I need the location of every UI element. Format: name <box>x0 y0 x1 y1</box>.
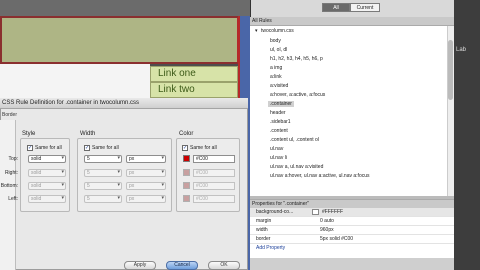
content-area <box>0 64 150 98</box>
unit-bottom-select[interactable]: px <box>126 182 166 190</box>
rule-item[interactable]: .content ul, .content ol <box>270 137 319 143</box>
rule-item[interactable]: a img <box>270 65 282 71</box>
rule-item[interactable]: a:visited <box>270 83 288 89</box>
property-row[interactable]: background-co... #FFFFFF <box>250 208 454 217</box>
properties-table: background-co... #FFFFFF margin 0 auto w… <box>250 208 454 258</box>
color-left-field[interactable]: #C00 <box>193 195 235 203</box>
color-same-label: Same for all <box>190 145 217 151</box>
color-left-swatch[interactable] <box>183 195 190 202</box>
width-top-select[interactable]: 5 <box>84 155 122 163</box>
color-right-field[interactable]: #C00 <box>193 169 235 177</box>
rules-list[interactable]: ▾ twocolumn.css body ul, ol, dl h1, h2, … <box>250 26 447 196</box>
property-row[interactable]: width 960px <box>250 226 454 235</box>
property-name: border <box>256 236 271 242</box>
rule-item[interactable]: ul.nav li <box>270 155 287 161</box>
document-toolbar <box>0 0 250 16</box>
style-right-select[interactable]: solid <box>28 169 66 177</box>
side-label-top: Top: <box>8 156 18 162</box>
rule-item[interactable]: body <box>270 38 281 44</box>
rule-item[interactable]: ul.nav a:hover, ul.nav a:active, ul.nav … <box>270 173 370 179</box>
unit-right-select[interactable]: px <box>126 169 166 177</box>
style-group-title: Style <box>22 131 36 137</box>
style-left-select[interactable]: solid <box>28 195 66 203</box>
panel-side-strip <box>454 0 480 270</box>
property-value[interactable]: 0 auto <box>320 217 334 226</box>
color-same-checkbox[interactable]: ✓ <box>182 145 188 151</box>
dialog-title: CSS Rule Definition for .container in tw… <box>0 98 248 109</box>
all-rules-header: All Rules <box>250 17 454 26</box>
width-left-select[interactable]: 5 <box>84 195 122 203</box>
style-bottom-select[interactable]: solid <box>28 182 66 190</box>
side-label: Lab <box>456 47 467 53</box>
rule-item[interactable]: .sidebar1 <box>270 119 291 125</box>
color-top-swatch[interactable] <box>183 155 190 162</box>
add-property-link[interactable]: Add Property <box>250 244 454 253</box>
width-same-checkbox[interactable]: ✓ <box>84 145 90 151</box>
color-bottom-swatch[interactable] <box>183 182 190 189</box>
rule-item[interactable]: ul.nav <box>270 146 283 152</box>
category-list[interactable] <box>0 120 16 270</box>
nav-link-one[interactable]: Link one <box>150 66 238 82</box>
unit-top-select[interactable]: px <box>126 155 166 163</box>
color-right-swatch[interactable] <box>183 169 190 176</box>
style-top-select[interactable]: solid <box>28 155 66 163</box>
add-property-label[interactable]: Add Property <box>256 244 285 253</box>
seg-all-button[interactable]: All <box>322 3 350 12</box>
color-bottom-field[interactable]: #C00 <box>193 182 235 190</box>
rule-item[interactable]: a:hover, a:active, a:focus <box>270 92 325 98</box>
style-same-checkbox[interactable]: ✓ <box>27 145 33 151</box>
rule-item[interactable]: a:link <box>270 74 282 80</box>
rule-disclosure-icon[interactable]: ▾ <box>255 28 258 34</box>
color-top-field[interactable]: #C00 <box>193 155 235 163</box>
property-row[interactable]: border 5px solid #C00 <box>250 235 454 244</box>
width-bottom-select[interactable]: 5 <box>84 182 122 190</box>
property-name: width <box>256 227 268 233</box>
rule-item[interactable]: header <box>270 110 286 116</box>
properties-footer-toolbar <box>250 258 454 270</box>
rule-item[interactable]: ul, ol, dl <box>270 47 287 53</box>
category-border[interactable]: Border <box>2 112 17 118</box>
width-right-select[interactable]: 5 <box>84 169 122 177</box>
properties-header: Properties for ".container" <box>250 199 454 208</box>
property-value[interactable]: 5px solid #C00 <box>320 235 353 244</box>
view-segmented-control: All Current <box>322 3 380 13</box>
apply-button[interactable]: Apply <box>124 261 156 270</box>
unit-left-select[interactable]: px <box>126 195 166 203</box>
rule-item[interactable]: twocolumn.css <box>261 28 294 34</box>
property-value[interactable]: 960px <box>320 226 334 235</box>
side-label-bottom: Bottom: <box>0 183 18 189</box>
side-label-left: Left: <box>8 196 18 202</box>
style-same-label: Same for all <box>35 145 62 151</box>
rule-item[interactable]: ul.nav a, ul.nav a:visited <box>270 164 323 170</box>
rule-item[interactable]: h1, h2, h3, h4, h5, h6, p <box>270 56 323 62</box>
width-same-label: Same for all <box>92 145 119 151</box>
color-group-title: Color <box>179 131 194 137</box>
rule-item[interactable]: .content <box>270 128 288 134</box>
cancel-button[interactable]: Cancel <box>166 261 198 270</box>
width-group-title: Width <box>80 131 96 137</box>
background-swatch[interactable] <box>312 209 319 215</box>
property-name: margin <box>256 218 272 224</box>
nav-link-two[interactable]: Link two <box>150 82 238 98</box>
side-label-right: Right: <box>4 170 18 176</box>
property-name: background-co... <box>256 209 294 215</box>
ok-button[interactable]: OK <box>208 261 240 270</box>
property-value[interactable]: #FFFFFF <box>322 208 343 217</box>
rules-scroll-thumb[interactable] <box>448 40 453 100</box>
seg-current-button[interactable]: Current <box>350 3 380 12</box>
rule-item-selected[interactable]: .container <box>268 101 294 107</box>
property-row[interactable]: margin 0 auto <box>250 217 454 226</box>
header-region <box>0 16 240 64</box>
